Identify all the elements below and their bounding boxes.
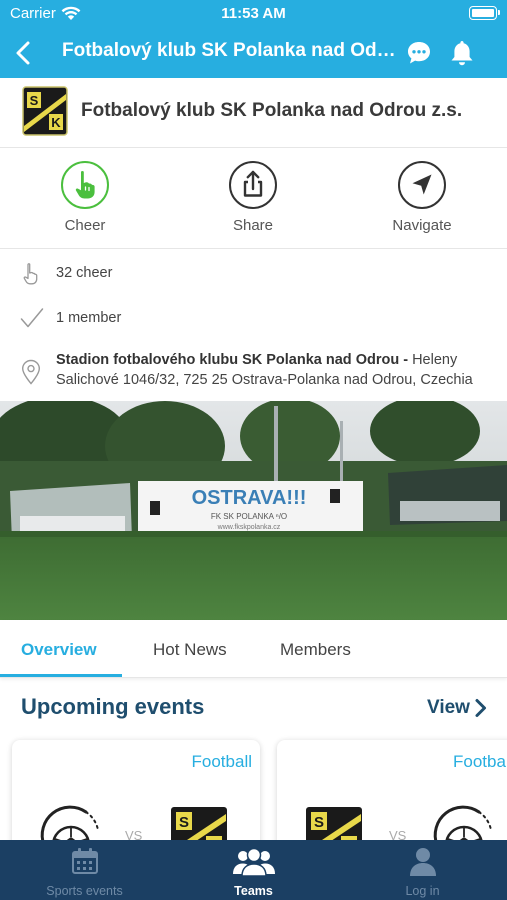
cheer-button[interactable]: Cheer bbox=[25, 161, 145, 234]
venue-address[interactable]: Stadion fotbalového klubu SK Polanka nad… bbox=[56, 350, 496, 390]
navigate-arrow-icon bbox=[398, 161, 446, 209]
cheer-hand-icon bbox=[61, 161, 109, 209]
team-logo-letter-s: S bbox=[179, 814, 189, 831]
team-logo-letter-s: S bbox=[314, 814, 324, 831]
navigate-label: Navigate bbox=[392, 217, 452, 234]
tab-bar-sports-events[interactable]: Sports events bbox=[0, 840, 169, 900]
tab-hot-news[interactable]: Hot News bbox=[153, 640, 227, 660]
tab-bar-log-in[interactable]: Log in bbox=[338, 840, 507, 900]
banner-url-text: www.fkskpolanka.cz bbox=[217, 524, 281, 531]
navigate-button[interactable]: Navigate bbox=[362, 161, 482, 234]
club-logo: S K bbox=[22, 86, 68, 136]
tab-bar-teams[interactable]: Teams bbox=[169, 840, 338, 900]
chat-bubble-icon[interactable] bbox=[405, 39, 433, 67]
tab-overview[interactable]: Overview bbox=[21, 640, 97, 660]
tab-bar-label: Log in bbox=[405, 884, 440, 898]
battery-icon bbox=[469, 6, 500, 20]
logo-letter-s: S bbox=[30, 93, 39, 108]
event-sport-label: Football bbox=[191, 752, 252, 771]
club-header: S K Fotbalový klub SK Polanka nad Odrou … bbox=[0, 78, 507, 148]
clock: 11:53 AM bbox=[221, 5, 286, 22]
share-button[interactable]: Share bbox=[193, 161, 313, 234]
bell-icon[interactable] bbox=[448, 38, 476, 68]
stadium-photo: OSTRAVA!!! FK SK POLANKA ⁿ/O www.fkskpol… bbox=[0, 401, 507, 620]
share-icon bbox=[229, 161, 277, 209]
member-count: 1 member bbox=[56, 310, 122, 326]
tab-bar-label: Teams bbox=[234, 884, 273, 898]
tab-bar-label: Sports events bbox=[46, 884, 123, 898]
content-tabs: Overview Hot News Members bbox=[0, 620, 507, 678]
cheer-label: Cheer bbox=[64, 217, 106, 234]
share-label: Share bbox=[232, 217, 274, 234]
location-pin-icon bbox=[21, 359, 41, 385]
nav-bar: Fotbalový klub SK Polanka nad Odrou z.s. bbox=[0, 28, 507, 78]
back-chevron-icon[interactable] bbox=[10, 38, 38, 68]
venue-name: Stadion fotbalového klubu SK Polanka nad… bbox=[56, 352, 413, 368]
cheer-count: 32 cheer bbox=[56, 265, 113, 281]
chevron-right-icon[interactable] bbox=[474, 698, 488, 718]
club-name: Fotbalový klub SK Polanka nad Odrou z.s. bbox=[81, 100, 463, 121]
cheer-hand-outline-icon bbox=[23, 263, 38, 285]
checkmark-icon bbox=[20, 308, 44, 328]
nav-title: Fotbalový klub SK Polanka nad Odrou z.s. bbox=[62, 40, 402, 61]
teams-icon bbox=[232, 847, 275, 877]
status-bar: Carrier 11:53 AM bbox=[0, 0, 507, 28]
tab-members[interactable]: Members bbox=[280, 640, 351, 660]
active-tab-indicator bbox=[0, 674, 122, 677]
bottom-tab-bar: Sports events Teams Log in bbox=[0, 840, 507, 900]
action-row: Cheer Share Navigate bbox=[0, 149, 507, 249]
logo-letter-k: K bbox=[51, 115, 61, 130]
view-all-link[interactable]: View bbox=[427, 697, 470, 719]
banner-sub-text: FK SK POLANKA ⁿ/O bbox=[211, 512, 287, 521]
event-sport-label: Football bbox=[453, 752, 507, 771]
user-icon bbox=[409, 848, 436, 876]
banner-text: OSTRAVA!!! bbox=[192, 487, 307, 509]
upcoming-events-title: Upcoming events bbox=[21, 694, 205, 719]
calendar-icon bbox=[71, 848, 98, 874]
